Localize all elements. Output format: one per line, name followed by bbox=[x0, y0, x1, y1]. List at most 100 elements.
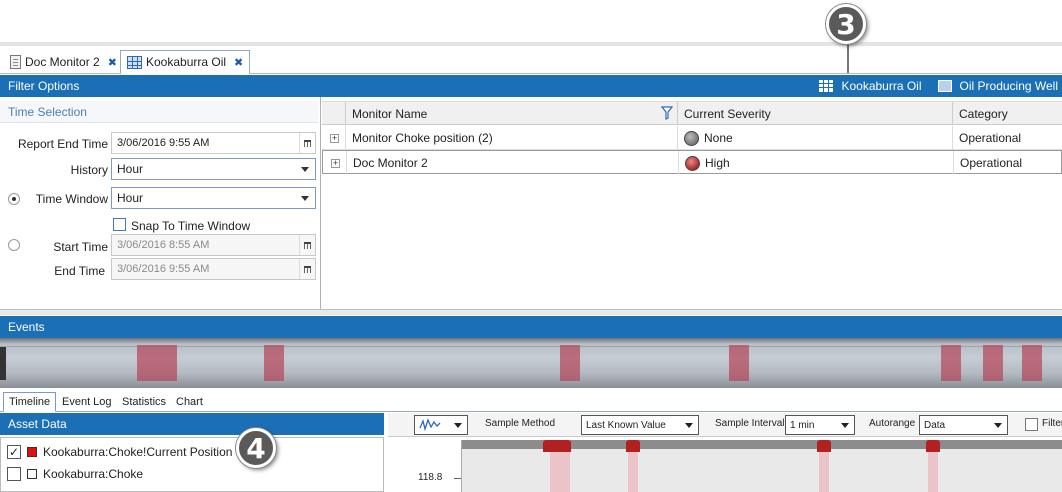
time-window-dropdown[interactable]: Hour bbox=[111, 187, 316, 209]
filter-funnel-icon[interactable] bbox=[661, 106, 673, 120]
event-marker[interactable] bbox=[983, 345, 1003, 381]
event-marker[interactable] bbox=[560, 345, 580, 381]
filter-checkbox[interactable] bbox=[1025, 418, 1038, 431]
time-selection-panel: Time Selection Report End Time 3/06/2016… bbox=[0, 97, 321, 309]
event-value-marker bbox=[626, 440, 640, 452]
sample-interval-value: 1 min bbox=[790, 419, 815, 431]
asset-data-list: ✓ Kookaburra:Choke!Current Position Kook… bbox=[0, 437, 384, 492]
grid-icon bbox=[127, 55, 142, 69]
timeline-drag-handle[interactable] bbox=[0, 346, 6, 380]
category-value: Operational bbox=[959, 131, 1022, 145]
events-bar: Events bbox=[0, 316, 1062, 338]
expand-icon[interactable]: + bbox=[331, 159, 340, 168]
time-window-value: Hour bbox=[117, 191, 144, 205]
event-marker[interactable] bbox=[1022, 345, 1042, 381]
column-header-current-severity[interactable]: Current Severity bbox=[677, 102, 952, 125]
autorange-label: Autorange bbox=[869, 418, 916, 429]
close-icon[interactable]: ✖ bbox=[108, 56, 117, 69]
severity-value: None bbox=[704, 131, 733, 145]
end-time-value: 3/06/2016 9:55 AM bbox=[117, 263, 210, 275]
asset-type-label[interactable]: Oil Producing Well bbox=[960, 79, 1058, 93]
history-dropdown[interactable]: Hour bbox=[111, 158, 316, 180]
filter-label: Filter bbox=[1042, 418, 1062, 429]
snap-to-time-window-checkbox[interactable] bbox=[113, 218, 126, 231]
history-label: History bbox=[70, 163, 108, 177]
callout-3-badge: 3 bbox=[826, 4, 866, 44]
autorange-dropdown[interactable]: Data bbox=[919, 415, 1008, 435]
event-marker[interactable] bbox=[941, 345, 961, 381]
chevron-down-icon bbox=[841, 423, 849, 428]
series-color-swatch bbox=[27, 469, 37, 479]
asset-label[interactable]: Kookaburra Oil bbox=[841, 79, 921, 93]
tab-timeline[interactable]: Timeline bbox=[3, 392, 57, 412]
tab-kookaburra-oil[interactable]: Kookaburra Oil ✖ bbox=[120, 50, 251, 75]
tab-label: Kookaburra Oil bbox=[146, 55, 227, 69]
monitor-name: Monitor Choke position (2) bbox=[352, 131, 493, 145]
tab-doc-monitor-2[interactable]: Doc Monitor 2 ✖ bbox=[4, 50, 123, 74]
time-window-label: Time Window bbox=[35, 192, 108, 206]
tab-statistics[interactable]: Statistics bbox=[117, 392, 171, 412]
asset-grid-icon bbox=[819, 80, 834, 92]
calendar-icon[interactable] bbox=[299, 259, 315, 279]
expand-icon[interactable]: + bbox=[330, 134, 339, 143]
calendar-icon[interactable] bbox=[299, 235, 315, 255]
column-header-label: Category bbox=[959, 106, 1008, 121]
panel-splitter[interactable] bbox=[0, 309, 1062, 315]
list-item[interactable]: Kookaburra:Choke bbox=[7, 464, 143, 484]
document-tab-strip: Doc Monitor 2 ✖ Kookaburra Oil ✖ bbox=[0, 50, 1062, 75]
table-row[interactable]: + Monitor Choke position (2) None Operat… bbox=[322, 126, 1062, 150]
close-icon[interactable]: ✖ bbox=[234, 56, 243, 69]
sample-method-dropdown[interactable]: Last Known Value bbox=[581, 415, 699, 435]
event-value-marker bbox=[543, 440, 571, 452]
chart-plot-area[interactable] bbox=[461, 440, 1062, 492]
column-header-label: Current Severity bbox=[684, 106, 771, 121]
sample-interval-dropdown[interactable]: 1 min bbox=[785, 415, 855, 435]
column-header-label: Monitor Name bbox=[352, 106, 428, 121]
event-marker[interactable] bbox=[264, 345, 284, 381]
tab-chart[interactable]: Chart bbox=[171, 392, 208, 412]
chevron-down-icon bbox=[301, 167, 309, 172]
chevron-down-icon bbox=[994, 423, 1002, 428]
time-window-radio[interactable] bbox=[8, 193, 20, 205]
calendar-icon[interactable] bbox=[299, 133, 315, 153]
view-tab-strip: Timeline Event Log Statistics Chart bbox=[0, 390, 1062, 412]
tab-event-log[interactable]: Event Log bbox=[57, 392, 117, 412]
filter-context: Kookaburra Oil Oil Producing Well bbox=[819, 75, 1058, 97]
tab-label: Doc Monitor 2 bbox=[25, 55, 100, 69]
start-time-field[interactable]: 3/06/2016 8:55 AM bbox=[111, 234, 316, 256]
chart-style-dropdown[interactable] bbox=[414, 415, 468, 435]
table-row[interactable]: + Doc Monitor 2 High Operational bbox=[322, 150, 1062, 175]
category-cell: Operational bbox=[952, 126, 1062, 150]
asset-checkbox[interactable]: ✓ bbox=[7, 445, 21, 459]
asset-checkbox[interactable] bbox=[7, 467, 21, 481]
list-item[interactable]: ✓ Kookaburra:Choke!Current Position bbox=[7, 442, 232, 462]
sample-method-label: Sample Method bbox=[485, 418, 556, 429]
event-marker[interactable] bbox=[729, 345, 749, 381]
top-divider bbox=[0, 42, 1062, 46]
trend-line-icon bbox=[419, 418, 441, 432]
monitor-name-cell: Monitor Choke position (2) bbox=[345, 126, 677, 150]
asset-label: Kookaburra:Choke!Current Position bbox=[43, 445, 233, 459]
end-time-field[interactable]: 3/06/2016 9:55 AM bbox=[111, 258, 316, 280]
monitor-name-cell: Doc Monitor 2 bbox=[346, 151, 678, 175]
asset-chart[interactable]: 118.8 bbox=[388, 437, 1062, 492]
history-value: Hour bbox=[117, 162, 144, 176]
well-icon bbox=[937, 80, 952, 92]
event-marker[interactable] bbox=[137, 345, 177, 381]
column-header-category[interactable]: Category bbox=[952, 102, 1062, 125]
report-end-time-label: Report End Time bbox=[17, 137, 108, 151]
asset-data-title: Asset Data bbox=[8, 417, 67, 431]
column-header-monitor-name[interactable]: Monitor Name bbox=[345, 102, 677, 125]
severity-value: High bbox=[705, 156, 730, 170]
report-end-time-field[interactable]: 3/06/2016 9:55 AM bbox=[111, 132, 316, 154]
start-time-radio[interactable] bbox=[8, 239, 20, 251]
sample-method-value: Last Known Value bbox=[586, 419, 666, 431]
start-time-value: 3/06/2016 8:55 AM bbox=[117, 239, 210, 251]
chevron-down-icon bbox=[454, 423, 462, 428]
events-timeline[interactable] bbox=[0, 338, 1062, 388]
series-color-swatch bbox=[27, 447, 37, 457]
events-title: Events bbox=[8, 320, 45, 334]
top-blank-area bbox=[0, 0, 1062, 44]
severity-cell: High bbox=[678, 151, 953, 175]
filter-options-bar: Filter Options Kookaburra Oil Oil Produc… bbox=[0, 75, 1062, 97]
